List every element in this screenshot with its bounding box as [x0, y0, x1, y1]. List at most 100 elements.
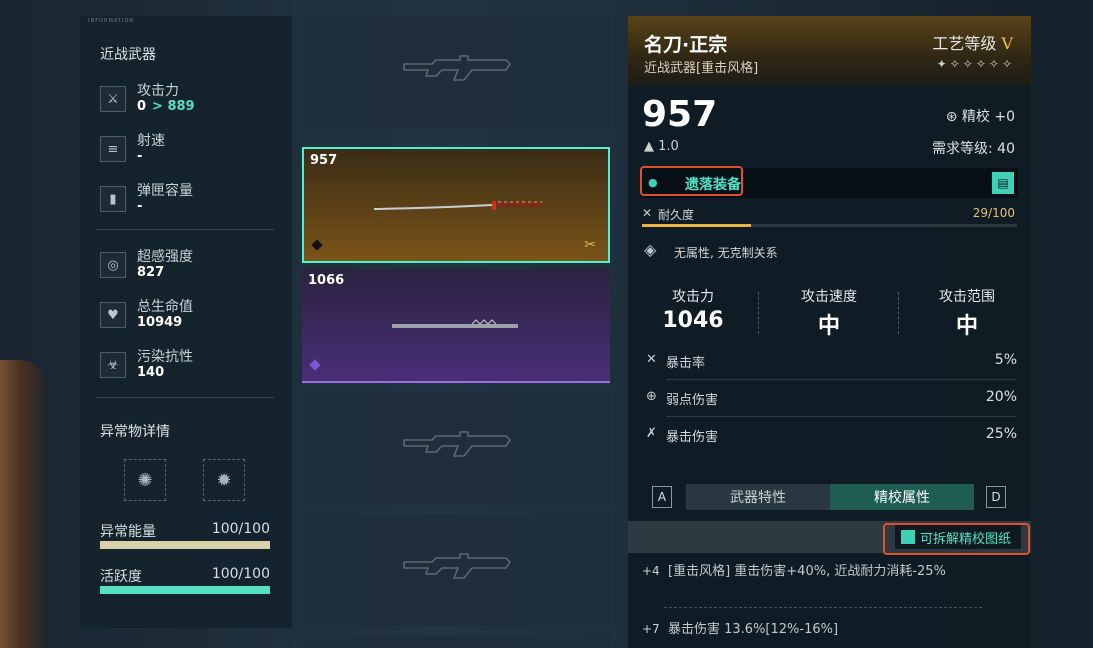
weapon-slot-masamune[interactable]: 957 ✂ — [302, 147, 610, 263]
stat-pollution: ☣ 污染抗性 140 — [100, 346, 280, 386]
durability-value: 29/100 — [972, 206, 1015, 220]
stat-hp: ♥ 总生命值 10949 — [100, 296, 280, 336]
stat-value: 0 > 889 — [137, 99, 195, 114]
refine-icon: ⊛ — [945, 109, 962, 125]
weapon-power: 957 — [310, 153, 338, 168]
pollution-icon: ☣ — [100, 352, 126, 378]
stat-label: 超感强度 — [137, 249, 193, 265]
weapon-slot-empty[interactable] — [302, 16, 610, 128]
weapon-slot-empty[interactable] — [302, 392, 610, 504]
core-speed-label: 攻击速度 — [801, 289, 857, 305]
energy-bar — [100, 541, 270, 549]
crit-damage-icon: ✗ — [646, 426, 657, 441]
anomaly-slot-1[interactable]: ✺ — [124, 459, 166, 501]
sub-stat-label: 弱点伤害 — [666, 393, 719, 408]
panel-header-text: INFORMATION — [88, 18, 135, 24]
highlight-box-blueprint — [883, 523, 1030, 555]
stat-psi: ◎ 超感强度 827 — [100, 246, 280, 286]
crit-rate-icon: ✕ — [646, 352, 657, 367]
stat-value: 827 — [137, 265, 165, 280]
core-speed-value: 中 — [817, 314, 840, 339]
weapon-detail-panel: 名刀·正宗 近战武器[重击风格] 工艺等级 V ✦✧✧✧✧✧ 957 ▲ 1.0… — [628, 16, 1031, 648]
durability-label: 耐久度 — [658, 208, 695, 222]
crossed-swords-icon: ✂ — [584, 237, 596, 253]
heart-icon: ♥ — [100, 302, 126, 328]
affix-level: +4 — [642, 564, 660, 578]
rarity-diamond-icon — [309, 359, 321, 371]
stat-increase: > 889 — [152, 99, 195, 114]
weight-icon: ▲ — [644, 139, 659, 154]
sub-stat-value: 5% — [994, 352, 1017, 368]
core-range-value: 中 — [955, 314, 978, 339]
stat-value: 140 — [137, 365, 165, 380]
divider — [898, 292, 899, 334]
stat-label: 射速 — [137, 133, 165, 149]
tab-weapon-traits[interactable]: 武器特性 — [686, 484, 830, 510]
refine-level: ⊛ 精校 +0 — [945, 109, 1015, 125]
energy-value: 100/100 — [211, 521, 270, 537]
element-info: 无属性, 无克制关系 — [674, 246, 778, 260]
stat-label: 污染抗性 — [137, 349, 193, 365]
required-level: 需求等级: 40 — [932, 141, 1015, 157]
sub-stat-row: ✕ 暴击率 5% — [642, 344, 1017, 380]
equip-action-button[interactable]: ▤ — [992, 172, 1014, 194]
rifle-placeholder-icon — [403, 431, 511, 457]
affix-level: +7 — [642, 622, 660, 636]
anomaly-item-icon: ✺ — [137, 469, 153, 491]
key-hint-a[interactable]: A — [652, 486, 672, 508]
weapon-slot-partial[interactable] — [302, 636, 610, 648]
section-title: 近战武器 — [100, 47, 156, 63]
weapon-list: 957 ✂ 1066 — [302, 16, 610, 648]
anomaly-title: 异常物详情 — [100, 424, 170, 440]
sub-stat-label: 暴击伤害 — [666, 430, 719, 445]
weapon-power-value: 957 — [642, 94, 718, 135]
energy-label: 异常能量 — [100, 524, 156, 540]
sub-stat-row: ⊕ 弱点伤害 20% — [642, 381, 1017, 417]
divider — [96, 229, 274, 230]
attack-icon: ⚔ — [100, 86, 126, 112]
element-icon: ◈ — [644, 240, 657, 259]
highlight-box-equip — [640, 166, 743, 196]
craft-level: 工艺等级 V — [932, 34, 1013, 53]
affix-text: 暴击伤害 13.6%[12%-16%] — [668, 622, 839, 637]
stat-value: 10949 — [137, 315, 183, 330]
divider — [666, 379, 1017, 380]
weapon-slot-empty[interactable] — [302, 514, 610, 626]
tab-refine-attributes[interactable]: 精校属性 — [830, 484, 974, 510]
rifle-placeholder-icon — [403, 553, 511, 579]
stat-value: - — [137, 149, 143, 164]
activity-value: 100/100 — [211, 566, 270, 582]
stat-magazine: ▮ 弹匣容量 - — [100, 180, 280, 220]
magazine-icon: ▮ — [100, 186, 126, 212]
key-hint-d[interactable]: D — [986, 486, 1006, 508]
character-model-edge — [0, 360, 48, 648]
weapon-ratio: ▲ 1.0 — [644, 139, 679, 154]
sub-stat-row: ✗ 暴击伤害 25% — [642, 418, 1017, 454]
stat-fire-rate: ≡ 射速 - — [100, 130, 280, 170]
core-attack-label: 攻击力 — [672, 289, 714, 305]
anomaly-slot-2[interactable]: ✹ — [203, 459, 245, 501]
sub-stat-value: 25% — [985, 426, 1017, 442]
stat-label: 攻击力 — [137, 83, 179, 99]
rifle-placeholder-icon — [403, 55, 511, 81]
stat-value: - — [137, 199, 143, 214]
activity-bar — [100, 586, 270, 594]
fire-rate-icon: ≡ — [100, 136, 126, 162]
refine-affix: +7 暴击伤害 13.6%[12%-16%] — [642, 620, 1002, 639]
weapon-slot-purple[interactable]: 1066 — [302, 269, 610, 383]
affix-text: [重击风格] 重击伤害+40%, 近战耐力消耗-25% — [668, 564, 946, 579]
refine-affix: +4 [重击风格] 重击伤害+40%, 近战耐力消耗-25% — [642, 562, 1002, 581]
weapon-type: 近战武器[重击风格] — [644, 61, 759, 76]
anomaly-item-icon: ✹ — [216, 469, 232, 491]
document-icon: ▤ — [997, 176, 1009, 190]
katana-icon — [374, 201, 542, 210]
blade-weapon-icon — [392, 319, 518, 328]
energy-bar-fill — [100, 541, 270, 549]
quality-stars: ✦✧✧✧✧✧ — [936, 57, 1015, 71]
rarity-diamond-icon — [311, 239, 323, 251]
sub-stat-value: 20% — [985, 389, 1017, 405]
core-range-label: 攻击范围 — [939, 289, 995, 305]
psi-icon: ◎ — [100, 252, 126, 278]
weapon-name: 名刀·正宗 — [644, 34, 728, 56]
stat-attack: ⚔ 攻击力 0 > 889 — [100, 80, 280, 120]
